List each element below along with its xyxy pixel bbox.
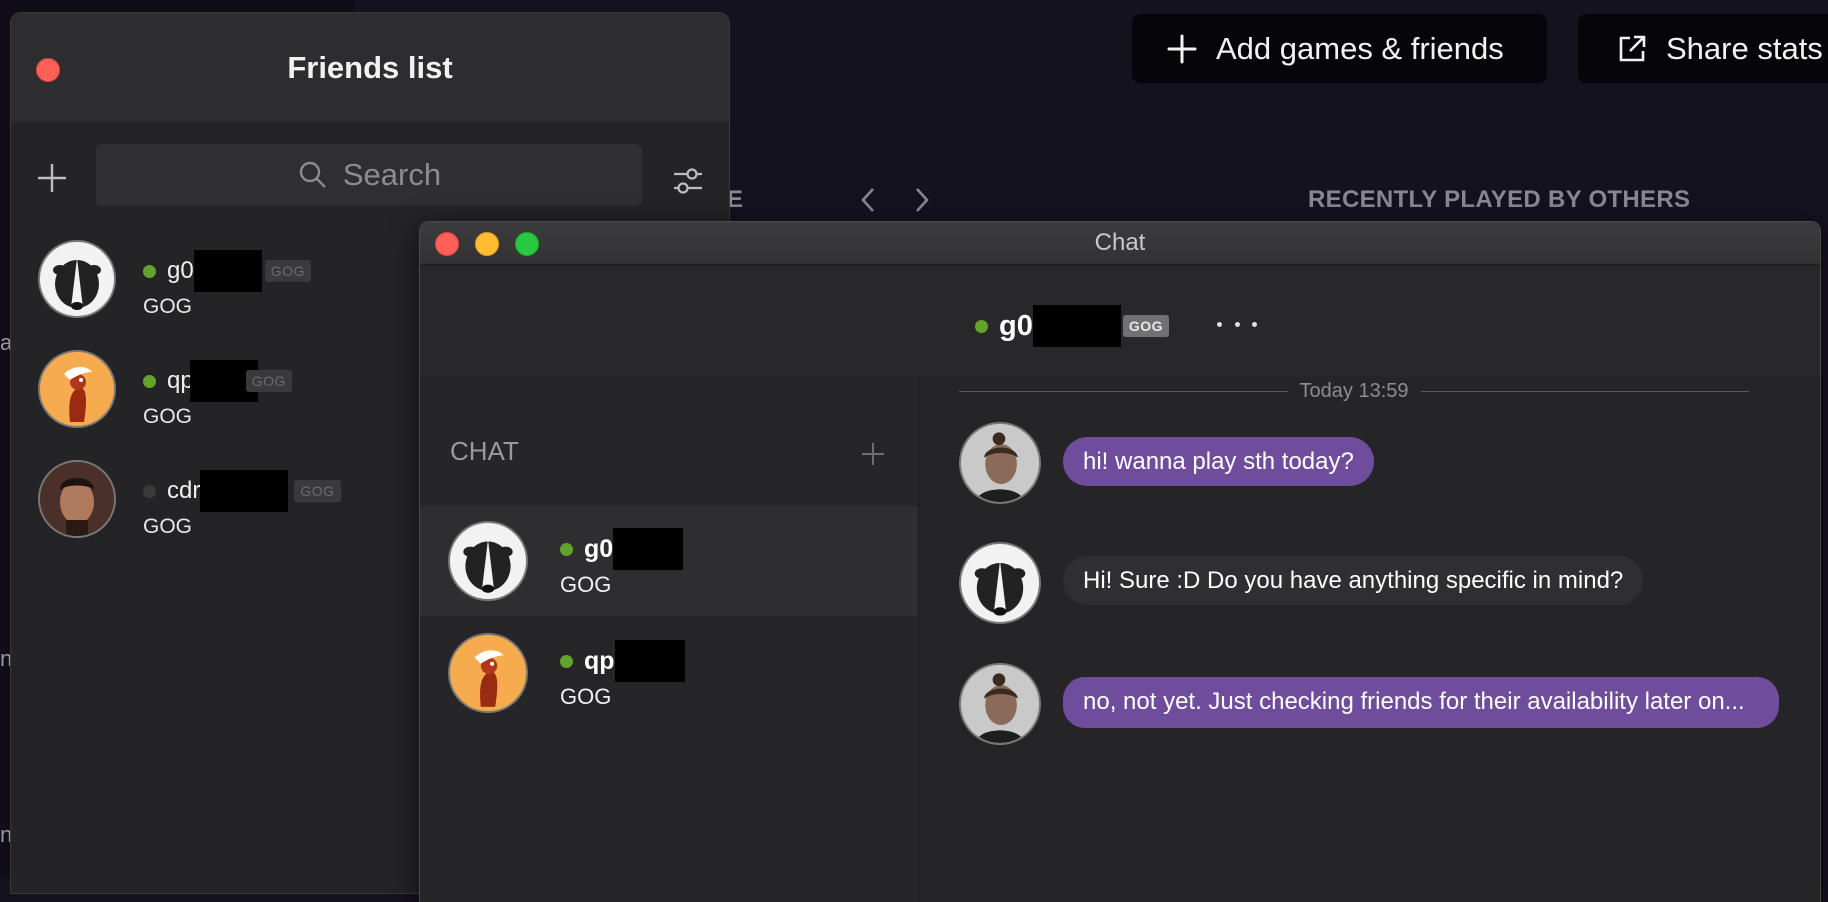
plus-icon [1166, 33, 1198, 65]
online-status-dot [560, 654, 573, 668]
chevron-left-icon[interactable] [853, 182, 883, 218]
friends-titlebar: Friends list [11, 13, 729, 122]
avatar-man-with-bun [959, 422, 1041, 504]
redacted-block [614, 640, 685, 682]
avatar-bird [448, 633, 528, 713]
day-separator-label: Today 13:59 [1299, 379, 1409, 402]
friend-subtitle: GOG [143, 295, 193, 318]
avatar-man-with-bun [959, 663, 1041, 745]
friend-name-row: qp GOG [143, 360, 292, 402]
minimize-window-button[interactable] [475, 232, 499, 256]
friend-name-row: g0 GOG [143, 250, 311, 292]
chat-contact-name: g0 GOG [975, 305, 1170, 347]
message-pane: Today 13:59 hi! wanna play sth today? Hi… [919, 376, 1820, 902]
online-status-dot [143, 264, 156, 278]
conversation-subtitle: GOG [560, 572, 612, 597]
online-status-dot [975, 319, 988, 333]
friends-search-input[interactable]: Search [96, 144, 642, 206]
add-friend-icon[interactable] [35, 161, 69, 195]
avatar-bird [38, 350, 116, 428]
friend-subtitle: GOG [143, 405, 193, 428]
conversation-name: g0 [584, 534, 614, 563]
conversation-name: qp [584, 646, 615, 675]
avatar-man-portrait [38, 460, 116, 538]
avatar-badger [38, 240, 116, 318]
filter-sliders-icon[interactable] [670, 163, 706, 199]
friend-name: g0 [167, 257, 194, 284]
chevron-right-icon[interactable] [907, 182, 937, 218]
maximize-window-button[interactable] [515, 232, 539, 256]
avatar-badger [448, 521, 528, 601]
contact-name: g0 [999, 309, 1033, 342]
online-status-dot [143, 374, 156, 388]
redacted-block [613, 528, 684, 570]
friend-subtitle: GOG [143, 515, 193, 538]
conversation-item[interactable]: g0 GOG [420, 506, 918, 616]
share-stats-button[interactable]: Share stats [1578, 14, 1828, 83]
platform-tag: GOG [245, 370, 292, 392]
conversation-name-row: g0 [560, 528, 684, 570]
friend-name-row: cdr GOG [143, 470, 341, 512]
message-bubble-received: Hi! Sure :D Do you have anything specifi… [1063, 556, 1644, 605]
chat-window-title: Chat [1094, 229, 1146, 256]
conversation-item[interactable]: qp GOG [420, 618, 918, 728]
close-window-button[interactable] [435, 232, 459, 256]
conversation-name-row: qp [560, 640, 685, 682]
message-bubble-sent: hi! wanna play sth today? [1063, 437, 1374, 486]
add-games-friends-label: Add games & friends [1216, 30, 1504, 66]
offline-status-dot [143, 484, 156, 498]
more-options-icon[interactable] [1217, 309, 1257, 339]
friends-toolbar: Search [11, 143, 729, 213]
share-icon [1616, 33, 1648, 65]
platform-tag: GOG [294, 480, 341, 502]
redacted-block [193, 250, 262, 292]
avatar-badger [959, 542, 1041, 624]
friends-window-title: Friends list [287, 49, 453, 85]
close-window-button[interactable] [36, 58, 60, 82]
share-stats-label: Share stats [1666, 30, 1823, 66]
platform-tag: GOG [264, 260, 311, 282]
redacted-block [200, 470, 289, 512]
redacted-block [1032, 305, 1121, 347]
chat-header: g0 GOG [420, 265, 1820, 375]
search-icon [297, 159, 329, 191]
conversations-heading: CHAT [450, 436, 519, 466]
online-status-dot [560, 542, 573, 556]
conversation-subtitle: GOG [560, 684, 612, 709]
day-separator: Today 13:59 [959, 376, 1750, 406]
friend-name: cdr [167, 477, 201, 504]
chat-window: Chat g0 GOG CHAT g0 GOG qp GOG Today 13:… [420, 222, 1820, 902]
new-chat-icon[interactable] [860, 441, 886, 467]
add-games-friends-button[interactable]: Add games & friends [1132, 14, 1547, 83]
chat-titlebar: Chat [420, 222, 1820, 265]
search-placeholder: Search [342, 157, 442, 192]
conversation-list: CHAT g0 GOG qp GOG [420, 376, 919, 902]
platform-tag: GOG [1122, 315, 1170, 337]
recently-played-label: RECENTLY PLAYED BY OTHERS [1308, 186, 1691, 213]
message-bubble-sent: no, not yet. Just checking friends for t… [1063, 677, 1779, 728]
